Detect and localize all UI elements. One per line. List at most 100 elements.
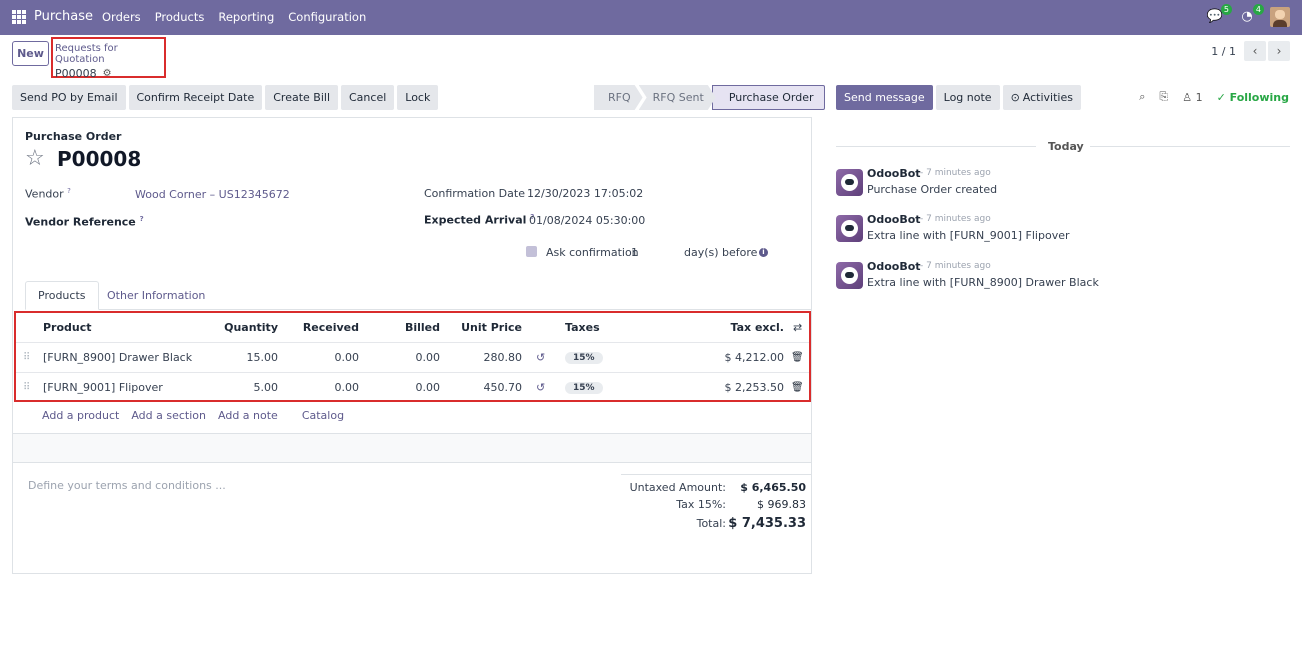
- tax-value: $ 969.83: [757, 498, 806, 511]
- divider: [13, 462, 811, 463]
- followers-button[interactable]: ♙ 1: [1182, 91, 1202, 104]
- apps-menu-icon[interactable]: [12, 10, 26, 24]
- star-icon[interactable]: ☆: [25, 146, 45, 171]
- info-icon[interactable]: i: [759, 248, 768, 257]
- activities-clock-icon[interactable]: ◔ 4: [1238, 4, 1264, 26]
- messages-icon[interactable]: 💬 5: [1206, 4, 1232, 26]
- date-separator: Today: [836, 140, 1290, 153]
- messages-badge: 5: [1220, 4, 1232, 15]
- line-quantity[interactable]: 15.00: [206, 343, 279, 372]
- line-quantity[interactable]: 5.00: [206, 373, 279, 402]
- gear-icon[interactable]: ⚙: [103, 68, 112, 79]
- line-unit-price[interactable]: 280.80: [446, 343, 523, 372]
- trash-icon[interactable]: 🗑: [791, 343, 804, 372]
- add-section-link[interactable]: Add a section: [131, 409, 206, 422]
- chevron-right-icon: ›: [1276, 44, 1282, 58]
- vendor-field[interactable]: Wood Corner – US12345672: [135, 188, 290, 201]
- column-header-received[interactable]: Received: [286, 313, 359, 342]
- message-author[interactable]: OdooBot: [867, 260, 921, 273]
- catalog-link[interactable]: Catalog: [302, 409, 344, 422]
- paperclip-icon[interactable]: ⎘: [1159, 90, 1168, 104]
- tab-products[interactable]: Products: [25, 281, 99, 310]
- line-product[interactable]: [FURN_9001] Flipover: [43, 373, 163, 402]
- chatter-topbar-right: ⌕ ⎘ ♙ 1 ✓ Following: [1139, 90, 1289, 104]
- odoobot-avatar[interactable]: [836, 215, 863, 242]
- activities-button[interactable]: ⊙ Activities: [1002, 85, 1081, 110]
- breadcrumb-current-label: P00008: [55, 67, 97, 80]
- form-sheet: Purchase Order ☆ P00008 Vendor ? Wood Co…: [12, 117, 812, 574]
- line-billed[interactable]: 0.00: [366, 373, 441, 402]
- help-tooltip-icon[interactable]: ?: [67, 187, 71, 195]
- drag-handle-icon[interactable]: ⠿: [23, 373, 30, 402]
- breadcrumb-parent-link[interactable]: Requests for Quotation: [55, 43, 164, 65]
- line-received[interactable]: 0.00: [286, 373, 360, 402]
- tax-row: Tax 15%: $ 969.83: [621, 498, 811, 515]
- line-product[interactable]: [FURN_8900] Drawer Black: [43, 343, 192, 372]
- date-separator-label: Today: [1048, 140, 1084, 153]
- following-button[interactable]: ✓ Following: [1217, 91, 1289, 104]
- ask-confirmation-checkbox[interactable]: [526, 246, 537, 257]
- message-author[interactable]: OdooBot: [867, 167, 921, 180]
- table-row[interactable]: ⠿ [FURN_9001] Flipover 5.00 0.00 0.00 45…: [16, 373, 809, 403]
- column-header-taxes[interactable]: Taxes: [565, 313, 600, 342]
- menu-item-products[interactable]: Products: [155, 10, 205, 24]
- reset-price-icon[interactable]: ↺: [536, 343, 545, 372]
- pager-next-button[interactable]: ›: [1268, 41, 1290, 61]
- odoobot-avatar[interactable]: [836, 169, 863, 196]
- add-note-link[interactable]: Add a note: [218, 409, 278, 422]
- line-taxes[interactable]: 15%: [565, 373, 603, 402]
- app-name[interactable]: Purchase: [34, 9, 93, 24]
- chatter-message: OdooBot - 7 minutes ago Extra line with …: [836, 260, 1290, 300]
- column-header-product[interactable]: Product: [43, 313, 92, 342]
- pager-previous-button[interactable]: ‹: [1244, 41, 1266, 61]
- tab-other-information[interactable]: Other Information: [95, 281, 217, 310]
- user-avatar[interactable]: [1270, 7, 1290, 27]
- send-po-by-email-button[interactable]: Send PO by Email: [12, 85, 126, 110]
- main-menu: Orders Products Reporting Configuration: [102, 10, 366, 24]
- message-body: Extra line with [FURN_9001] Flipover: [867, 229, 1070, 242]
- line-unit-price[interactable]: 450.70: [446, 373, 523, 402]
- line-received[interactable]: 0.00: [286, 343, 360, 372]
- menu-item-orders[interactable]: Orders: [102, 10, 141, 24]
- create-bill-button[interactable]: Create Bill: [265, 85, 338, 110]
- terms-conditions-field[interactable]: Define your terms and conditions ...: [28, 479, 226, 492]
- drag-handle-icon[interactable]: ⠿: [23, 343, 30, 372]
- confirmation-date-field[interactable]: 12/30/2023 17:05:02: [527, 187, 643, 200]
- add-line-links: Add a product Add a section Add a note C…: [42, 409, 356, 422]
- confirm-receipt-date-button[interactable]: Confirm Receipt Date: [128, 85, 263, 110]
- notebook-tabs: Products Other Information: [25, 281, 811, 310]
- log-note-button[interactable]: Log note: [935, 85, 1000, 110]
- column-header-unit-price[interactable]: Unit Price: [446, 313, 522, 342]
- column-header-billed[interactable]: Billed: [366, 313, 440, 342]
- menu-item-reporting[interactable]: Reporting: [218, 10, 274, 24]
- po-name[interactable]: P00008: [57, 147, 141, 171]
- search-icon[interactable]: ⌕: [1139, 90, 1145, 104]
- send-message-button[interactable]: Send message: [836, 85, 933, 110]
- stage-rfq-sent[interactable]: RFQ Sent: [639, 85, 716, 110]
- stage-rfq[interactable]: RFQ: [594, 85, 643, 110]
- line-taxes[interactable]: 15%: [565, 343, 603, 372]
- lock-button[interactable]: Lock: [397, 85, 439, 110]
- reset-price-icon[interactable]: ↺: [536, 373, 545, 402]
- ask-confirmation-days-field[interactable]: 1: [631, 246, 638, 259]
- column-header-tax-excl[interactable]: Tax excl.: [706, 313, 784, 342]
- new-button[interactable]: New: [12, 41, 49, 66]
- column-header-quantity[interactable]: Quantity: [206, 313, 278, 342]
- divider: [1090, 146, 1290, 147]
- chatter-message: OdooBot - 7 minutes ago Purchase Order c…: [836, 167, 1290, 207]
- days-before-label: day(s) before: [684, 246, 758, 259]
- menu-item-configuration[interactable]: Configuration: [288, 10, 366, 24]
- add-product-link[interactable]: Add a product: [42, 409, 119, 422]
- table-row[interactable]: ⠿ [FURN_8900] Drawer Black 15.00 0.00 0.…: [16, 343, 809, 373]
- trash-icon[interactable]: 🗑: [791, 373, 804, 402]
- pager-value[interactable]: 1 / 1: [1211, 45, 1236, 58]
- cancel-button[interactable]: Cancel: [341, 85, 395, 110]
- line-billed[interactable]: 0.00: [366, 343, 441, 372]
- optional-columns-icon[interactable]: ⇄: [793, 313, 802, 342]
- line-subtotal: $ 4,212.00: [724, 351, 784, 364]
- message-author[interactable]: OdooBot: [867, 213, 921, 226]
- stage-purchase-order[interactable]: Purchase Order: [711, 85, 825, 110]
- help-tooltip-icon[interactable]: ?: [140, 215, 144, 223]
- expected-arrival-field[interactable]: 01/08/2024 05:30:00: [529, 214, 645, 227]
- odoobot-avatar[interactable]: [836, 262, 863, 289]
